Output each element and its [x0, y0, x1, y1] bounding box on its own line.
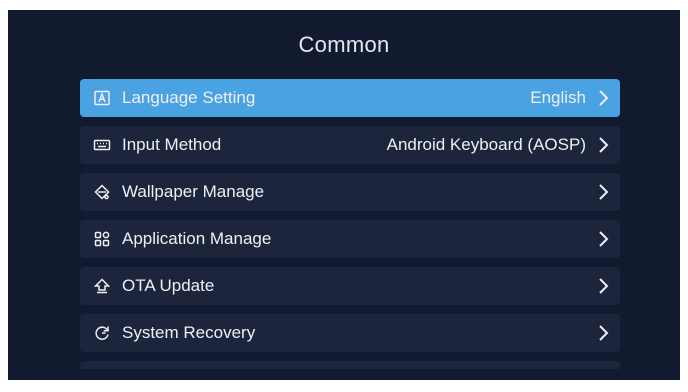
- chevron-right-icon: [596, 323, 610, 343]
- chevron-right-icon: [596, 88, 610, 108]
- menu-item-label: Language Setting: [122, 88, 256, 107]
- menu-item-label: Input Method: [122, 135, 222, 154]
- menu-item-language-setting[interactable]: Language Setting English: [80, 79, 620, 117]
- wallpaper-icon: [92, 182, 112, 202]
- chevron-right-icon: [596, 229, 610, 249]
- menu-item-label: Wallpaper Manage: [122, 182, 265, 201]
- menu-item-value: Android Keyboard (AOSP): [386, 135, 586, 154]
- page-title: Common: [298, 32, 390, 57]
- menu-item-value: English: [530, 88, 586, 107]
- menu-item-label: OTA Update: [122, 276, 215, 295]
- apps-grid-icon: [92, 229, 112, 249]
- menu-item-partial: [80, 361, 620, 369]
- settings-menu: Language Setting English Input Method An…: [80, 79, 620, 369]
- menu-item-wallpaper-manage[interactable]: Wallpaper Manage: [80, 173, 620, 211]
- ota-update-icon: [92, 276, 112, 296]
- keyboard-icon: [92, 135, 112, 155]
- chevron-right-icon: [596, 182, 610, 202]
- menu-item-label: System Recovery: [122, 323, 256, 342]
- recovery-icon: [92, 323, 112, 343]
- chevron-right-icon: [596, 276, 610, 296]
- menu-item-application-manage[interactable]: Application Manage: [80, 220, 620, 258]
- settings-screen: Common Language Setting English Input Me…: [8, 10, 680, 380]
- menu-item-input-method[interactable]: Input Method Android Keyboard (AOSP): [80, 126, 620, 164]
- menu-item-system-recovery[interactable]: System Recovery: [80, 314, 620, 352]
- chevron-right-icon: [596, 135, 610, 155]
- menu-item-label: Application Manage: [122, 229, 272, 248]
- language-icon: [92, 88, 112, 108]
- menu-item-ota-update[interactable]: OTA Update: [80, 267, 620, 305]
